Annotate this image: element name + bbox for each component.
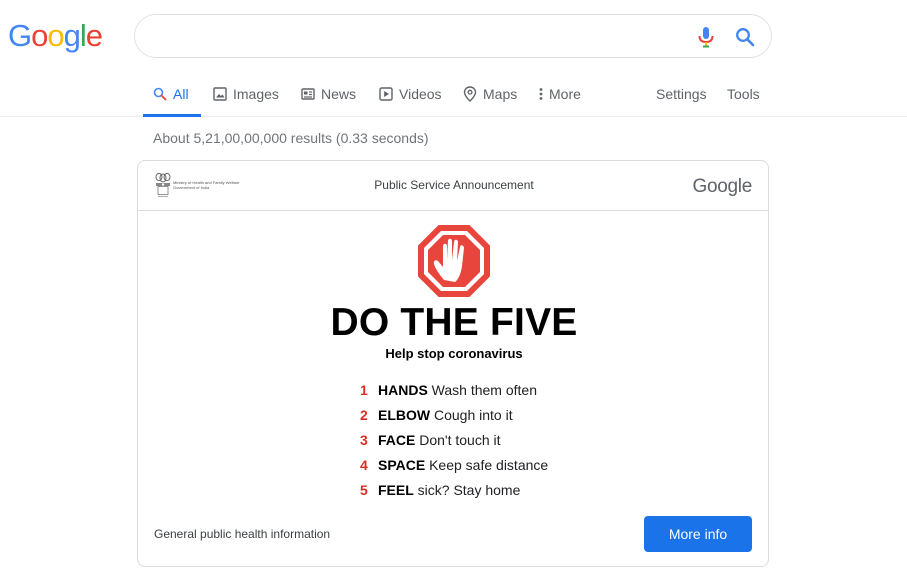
settings-link[interactable]: Settings [656,72,707,116]
tab-videos[interactable]: Videos [379,72,442,116]
list-item: 2 ELBOW Cough into it [360,407,548,432]
logo-letter: e [85,18,103,53]
image-icon [213,87,227,101]
list-item: 3 FACE Don't touch it [360,432,548,457]
search-results-page: Google All Images News Videos Maps More … [0,0,907,575]
search-input[interactable] [153,23,687,51]
steps-list: 1 HANDS Wash them often 2 ELBOW Cough into… [360,382,548,507]
more-vert-icon [539,88,543,100]
search-box [134,14,772,58]
step-text: sick? Stay home [417,482,521,498]
tools-link[interactable]: Tools [727,72,760,116]
logo-letter: o [47,18,64,53]
more-info-button[interactable]: More info [644,516,752,552]
psa-title: Public Service Announcement [374,178,534,192]
list-item: 1 HANDS Wash them often [360,382,548,407]
tab-label: Videos [399,86,442,102]
tab-label: All [173,86,189,102]
search-icon [153,87,167,101]
tab-more[interactable]: More [538,72,581,116]
step-keyword: SPACE [378,457,426,473]
tab-label: Images [233,86,279,102]
step-number: 2 [360,407,368,423]
card-header: Ministry of Health and Family Welfare Go… [138,161,768,211]
step-text: Don't touch it [419,432,501,448]
map-pin-icon [463,86,477,102]
step-text: Keep safe distance [429,457,549,473]
stop-hand-icon [418,225,490,297]
tab-label: News [321,86,357,102]
search-tabs: All Images News Videos Maps More Setting… [0,72,907,117]
step-number: 4 [360,457,368,473]
step-keyword: FEEL [378,482,414,498]
step-number: 1 [360,382,368,398]
headline: DO THE FIVE [330,301,578,344]
card-google-logo: Google [692,176,753,197]
step-number: 3 [360,432,368,448]
logo-letter: o [31,18,48,53]
step-text: Cough into it [434,407,513,423]
subheadline: Help stop coronavirus [385,346,523,361]
step-text: Wash them often [431,382,537,398]
list-item: 4 SPACE Keep safe distance [360,457,548,482]
mic-icon[interactable] [696,26,716,48]
tab-label: More [549,86,581,102]
tab-label: Maps [483,86,518,102]
search-icon[interactable] [735,27,755,47]
step-keyword: FACE [378,432,416,448]
tools-label: Tools [727,86,760,102]
google-logo[interactable]: Google [8,18,103,53]
results-stats: About 5,21,00,00,000 results (0.33 secon… [153,130,429,146]
newspaper-icon [301,88,315,100]
tab-images[interactable]: Images [213,72,279,116]
logo-letter: G [8,18,32,53]
tab-all[interactable]: All [143,72,200,117]
tab-news[interactable]: News [301,72,356,116]
footer-text: General public health information [154,527,331,541]
step-number: 5 [360,482,368,498]
play-icon [379,87,393,101]
step-keyword: HANDS [378,382,428,398]
tab-maps[interactable]: Maps [463,72,517,116]
step-keyword: ELBOW [378,407,431,423]
psa-card: Ministry of Health and Family Welfare Go… [137,160,769,567]
settings-label: Settings [656,86,707,102]
list-item: 5 FEEL sick? Stay home [360,482,548,507]
logo-letter: g [63,18,81,53]
